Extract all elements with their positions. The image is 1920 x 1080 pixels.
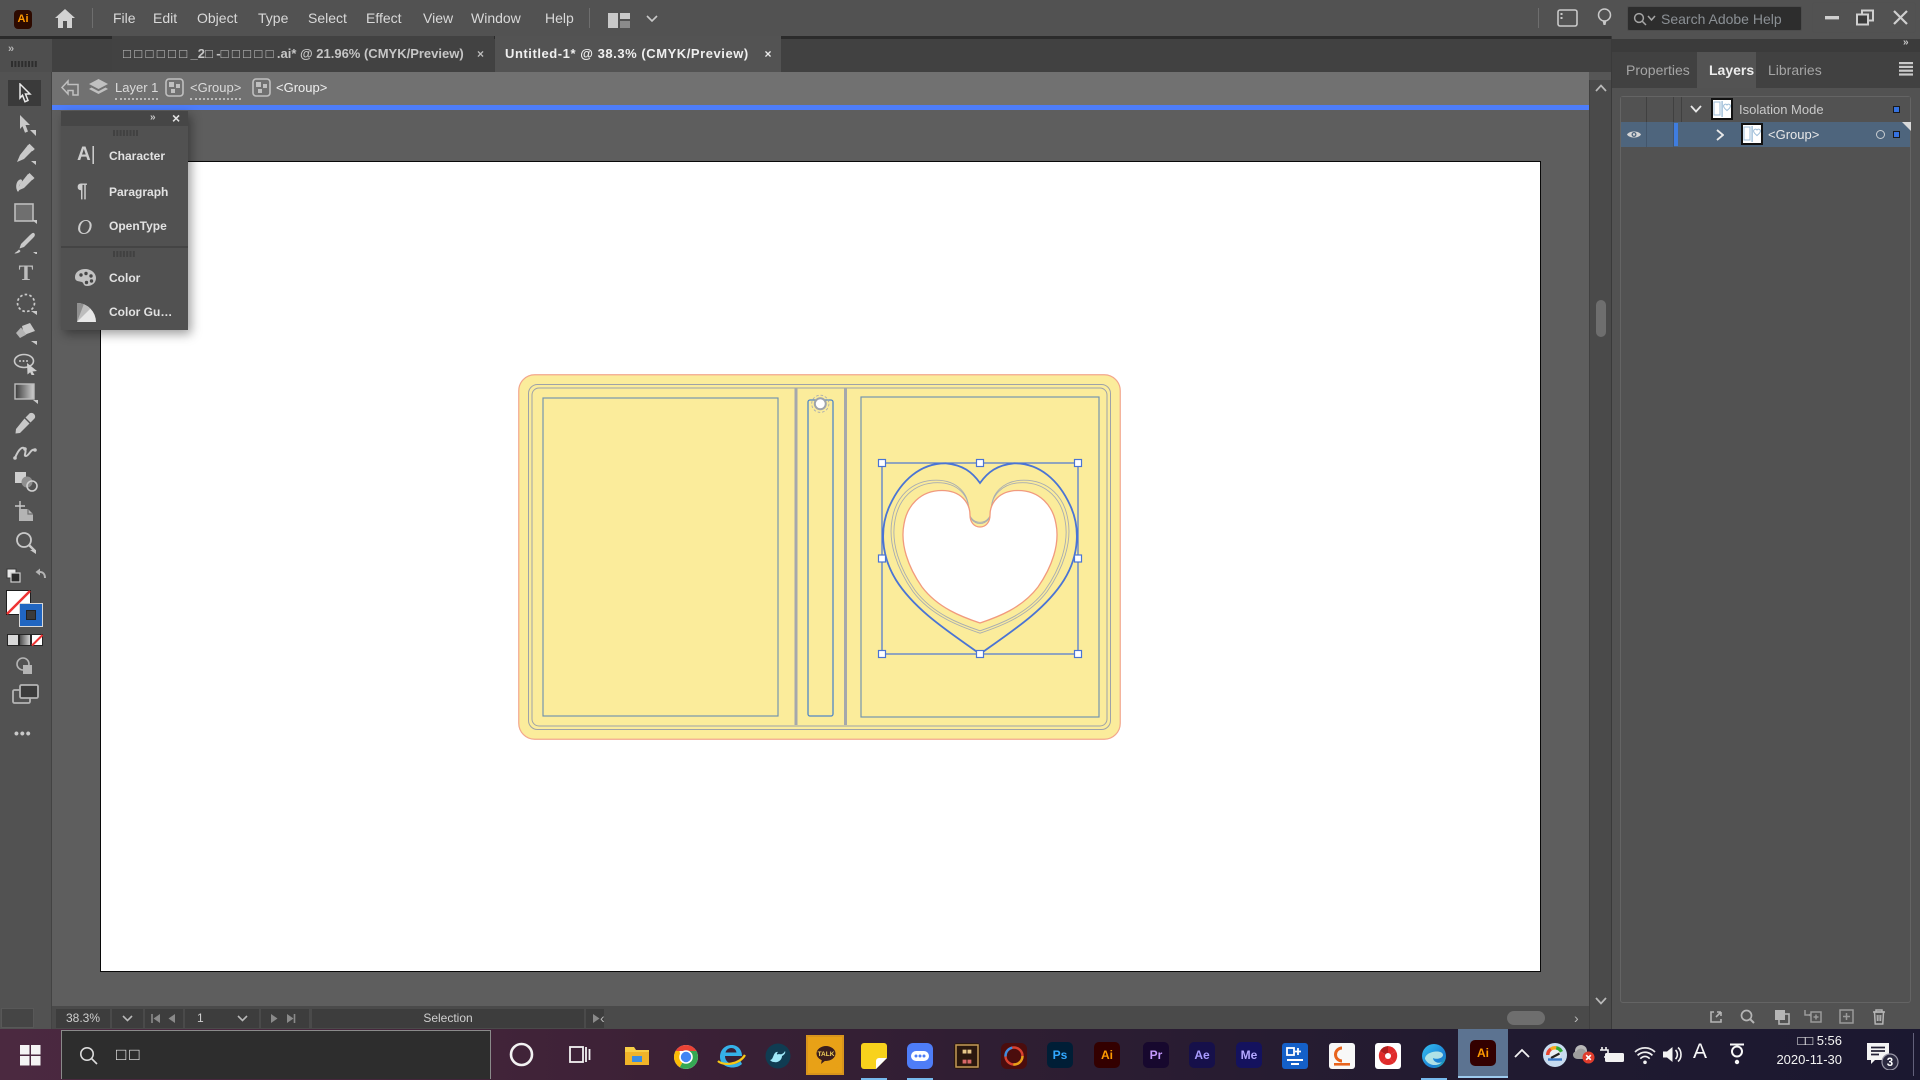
svg-text:3: 3 <box>1887 1057 1893 1069</box>
svg-text:■■: ■■ <box>962 1057 972 1066</box>
svg-text:■■: ■■ <box>962 1047 972 1056</box>
svg-text:TALK: TALK <box>818 1051 835 1058</box>
